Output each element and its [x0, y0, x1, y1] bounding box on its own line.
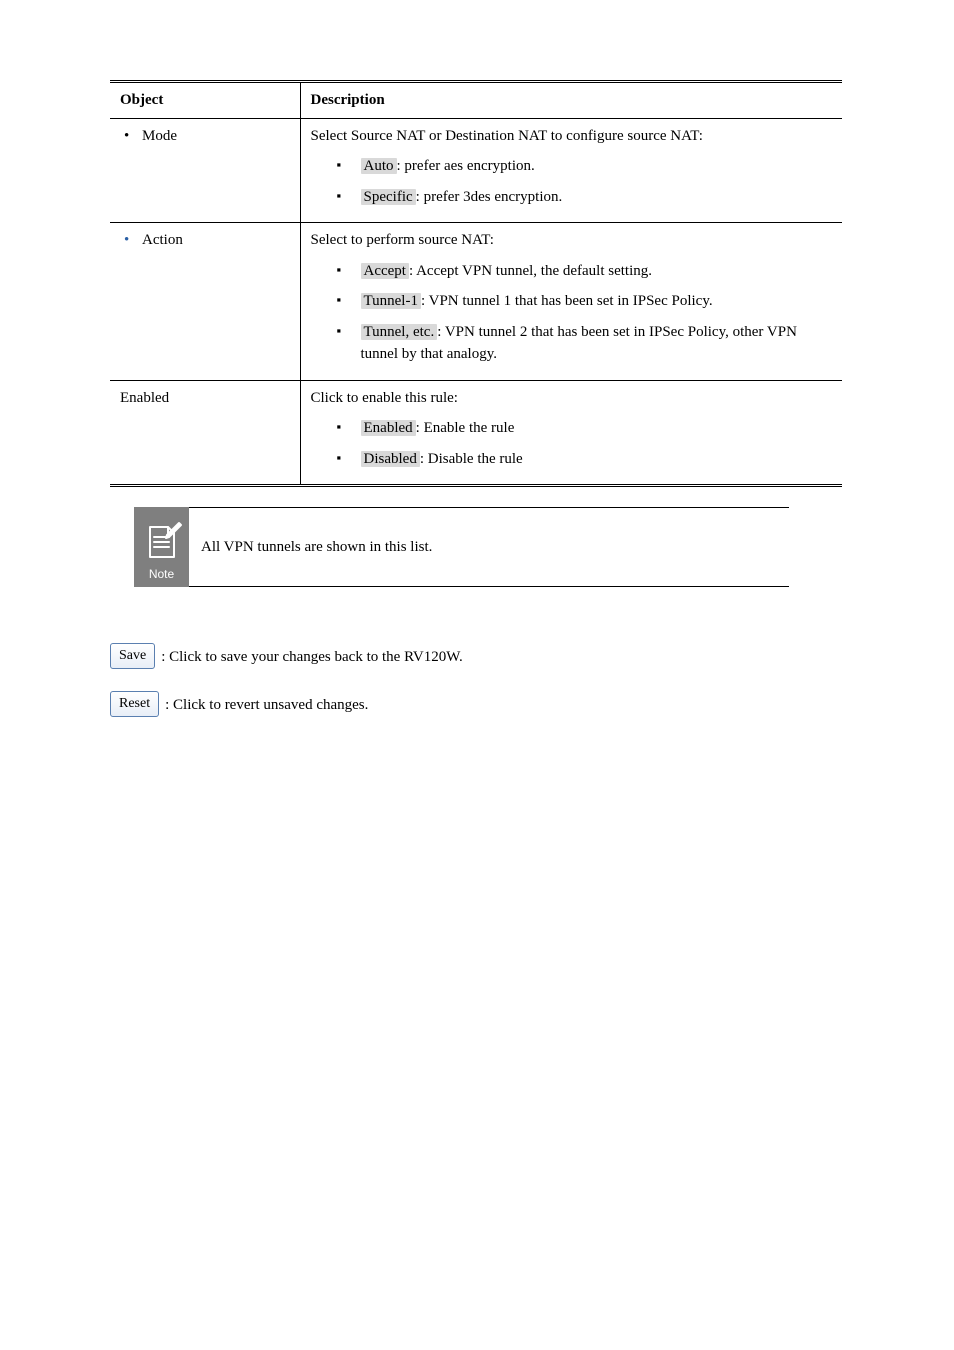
mode-label: Mode — [120, 128, 177, 144]
reset-button[interactable]: Reset — [110, 691, 159, 717]
enabled-option-off: Disabled: Disable the rule — [337, 448, 833, 471]
action-intro: Select to perform source NAT: — [311, 229, 833, 252]
enabled-option-on: Enabled: Enable the rule — [337, 417, 833, 440]
table-header-object: Object — [110, 82, 300, 119]
save-button[interactable]: Save — [110, 643, 155, 669]
table-header-description: Description — [300, 82, 842, 119]
enabled-intro: Click to enable this rule: — [311, 387, 833, 410]
mode-option-auto: Auto: prefer aes encryption. — [337, 155, 833, 178]
enabled-label: Enabled — [120, 390, 169, 406]
note-icon: Note — [134, 507, 189, 587]
highlight-auto: Auto — [361, 158, 397, 174]
highlight-accept: Accept — [361, 263, 409, 279]
save-description: : Click to save your changes back to the… — [161, 644, 463, 669]
action-option-tunnel1: Tunnel-1: VPN tunnel 1 that has been set… — [337, 290, 833, 313]
highlight-specific: Specific — [361, 189, 416, 205]
action-label: Action — [120, 232, 183, 248]
mode-option-specific: Specific: prefer 3des encryption. — [337, 186, 833, 209]
description-table: Object Description Mode Select Source NA… — [110, 80, 842, 487]
highlight-enabled: Enabled — [361, 420, 416, 436]
highlight-tunnel-etc: Tunnel, etc. — [361, 324, 438, 340]
highlight-disabled: Disabled — [361, 451, 420, 467]
note-text: All VPN tunnels are shown in this list. — [189, 507, 789, 587]
action-option-tunnel-etc: Tunnel, etc.: VPN tunnel 2 that has been… — [337, 321, 833, 366]
mode-intro: Select Source NAT or Destination NAT to … — [311, 125, 833, 148]
note-box: Note All VPN tunnels are shown in this l… — [134, 507, 789, 587]
reset-description: : Click to revert unsaved changes. — [165, 692, 368, 717]
highlight-tunnel1: Tunnel-1 — [361, 293, 421, 309]
action-option-accept: Accept: Accept VPN tunnel, the default s… — [337, 260, 833, 283]
